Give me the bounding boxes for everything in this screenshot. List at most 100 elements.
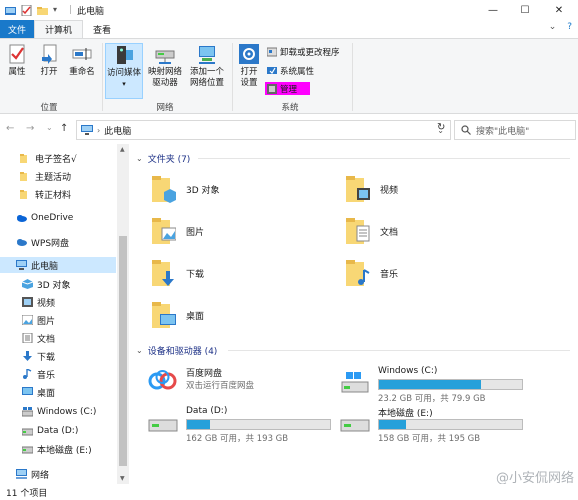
- tab-computer[interactable]: 计算机: [34, 20, 84, 38]
- navigation-pane-scrollbar[interactable]: ▲ ▼: [117, 144, 129, 484]
- help-button[interactable]: ?: [567, 22, 572, 32]
- new-folder-quick-icon[interactable]: [37, 5, 48, 16]
- map-network-drive-button[interactable]: 映射网络 驱动器: [145, 43, 185, 89]
- access-media-icon: [113, 44, 135, 66]
- nav-item-onedrive[interactable]: OneDrive: [16, 210, 73, 226]
- refresh-button[interactable]: ↻: [437, 122, 445, 133]
- explorer-app-icon: [5, 5, 16, 16]
- device-baidu-netdisk[interactable]: 百度网盘 双击运行百度网盘: [148, 366, 338, 400]
- folder-pictures[interactable]: 图片: [152, 216, 204, 246]
- tab-file[interactable]: 文件: [0, 20, 34, 38]
- title-bar: ▾ | 此电脑 — ☐ ✕: [0, 0, 578, 20]
- folders-section-header[interactable]: ⌄ 文件夹 (7): [136, 152, 190, 165]
- folder-pictures-icon: [152, 216, 177, 246]
- folder-downloads[interactable]: 下载: [152, 258, 204, 288]
- open-settings-button[interactable]: 打开 设置: [236, 43, 262, 89]
- drive-c[interactable]: Windows (C:) 23.2 GB 可用，共 79.9 GB: [340, 366, 540, 406]
- network-icon: [16, 469, 27, 479]
- maximize-button[interactable]: ☐: [510, 0, 540, 20]
- nav-item-quick-folder[interactable]: 主题活动: [20, 168, 71, 184]
- nav-item-drive-d[interactable]: Data (D:): [21, 423, 78, 439]
- chevron-down-icon: ⌄: [136, 346, 143, 355]
- system-properties-button[interactable]: 系统属性: [267, 64, 314, 77]
- nav-item-3d-objects[interactable]: 3D 对象: [21, 276, 71, 292]
- folder-music[interactable]: 音乐: [346, 258, 398, 288]
- access-media-button[interactable]: 访问媒体 ▾: [105, 43, 143, 99]
- hard-drive-icon: [21, 444, 34, 454]
- ribbon-controls: ⌄ ?: [549, 22, 572, 32]
- status-bar: 11 个项目: [0, 484, 578, 500]
- drive-usage-fill: [379, 420, 407, 429]
- uninstall-program-button[interactable]: 卸载或更改程序: [266, 45, 340, 58]
- recent-locations-button[interactable]: ⌄: [46, 123, 53, 132]
- nav-item-downloads[interactable]: 下载: [22, 348, 55, 364]
- forward-button[interactable]: →: [26, 123, 34, 134]
- uninstall-icon: [266, 47, 278, 57]
- nav-item-wps-cloud[interactable]: WPS网盘: [16, 234, 69, 250]
- devices-section-header[interactable]: ⌄ 设备和驱动器 (4): [136, 344, 217, 357]
- windows-drive-icon: [21, 407, 34, 417]
- nav-item-desktop[interactable]: 桌面: [22, 384, 55, 400]
- up-button[interactable]: ↑: [60, 123, 68, 134]
- scroll-up-arrow-icon[interactable]: ▲: [120, 146, 125, 153]
- baidu-netdisk-icon: [148, 368, 178, 390]
- folder-3d-objects[interactable]: 3D 对象: [152, 174, 220, 204]
- network-drive-icon: [154, 43, 176, 65]
- rename-button[interactable]: 重命名: [66, 43, 98, 78]
- section-divider: [228, 350, 570, 351]
- music-note-icon: [22, 368, 33, 379]
- drive-c-usage-bar: [378, 379, 523, 390]
- desktop-icon: [22, 387, 33, 397]
- properties-button[interactable]: 属性: [4, 43, 30, 78]
- folder-icon: [20, 189, 31, 199]
- back-button[interactable]: ←: [6, 123, 14, 134]
- nav-item-pictures[interactable]: 图片: [21, 312, 55, 328]
- search-placeholder: 搜索"此电脑": [476, 126, 530, 137]
- breadcrumb-current[interactable]: 此电脑: [104, 124, 131, 137]
- folder-documents[interactable]: 文档: [346, 216, 398, 246]
- search-box[interactable]: 搜索"此电脑": [454, 120, 576, 140]
- nav-item-videos[interactable]: 视频: [22, 294, 55, 310]
- folder-videos[interactable]: 视频: [346, 174, 398, 204]
- nav-item-network[interactable]: 网络: [16, 466, 49, 482]
- close-button[interactable]: ✕: [544, 0, 574, 20]
- nav-item-quick-folder[interactable]: 电子签名√: [20, 150, 77, 166]
- window-title: 此电脑: [77, 6, 105, 17]
- ribbon-collapse-button[interactable]: ⌄: [549, 22, 557, 32]
- hard-drive-icon: [340, 412, 370, 432]
- folder-documents-icon: [346, 216, 370, 246]
- nav-item-music[interactable]: 音乐: [22, 366, 55, 382]
- video-icon: [22, 297, 33, 307]
- manage-button[interactable]: 管理: [265, 82, 310, 95]
- drive-d[interactable]: Data (D:) 162 GB 可用，共 193 GB: [148, 406, 348, 446]
- drive-usage-fill: [187, 420, 210, 429]
- ribbon-body: 属性 打开 重命名 位置 访问媒体 ▾ 映射网络 驱动器 添加一个 网络位置 网…: [0, 38, 578, 114]
- folder-desktop[interactable]: 桌面: [152, 300, 204, 330]
- nav-item-quick-folder[interactable]: 转正材料: [20, 186, 71, 202]
- folder-downloads-icon: [152, 258, 176, 288]
- hard-drive-icon: [148, 412, 178, 432]
- nav-item-drive-c[interactable]: Windows (C:): [21, 404, 96, 420]
- item-count: 11 个项目: [6, 488, 48, 499]
- scrollbar-thumb[interactable]: [119, 236, 127, 466]
- wps-cloud-icon: [16, 237, 27, 247]
- document-icon: [22, 332, 33, 344]
- address-bar[interactable]: › 此电脑 ⌄: [76, 120, 451, 140]
- computer-icon: [16, 260, 27, 270]
- drive-d-usage-bar: [186, 419, 331, 430]
- customize-toolbar-icon[interactable]: ▾: [53, 5, 64, 16]
- nav-item-this-pc[interactable]: 此电脑: [0, 257, 116, 273]
- rename-icon: [71, 43, 93, 65]
- properties-quick-icon[interactable]: [21, 4, 32, 16]
- nav-item-documents[interactable]: 文档: [22, 330, 55, 346]
- open-button[interactable]: 打开: [36, 43, 62, 78]
- cube-icon: [21, 279, 34, 289]
- ribbon-separator: [232, 43, 233, 111]
- drive-e[interactable]: 本地磁盘 (E:) 158 GB 可用，共 195 GB: [340, 406, 540, 446]
- title-separator: |: [69, 5, 73, 15]
- add-network-location-button[interactable]: 添加一个 网络位置: [186, 43, 228, 89]
- tab-view[interactable]: 查看: [83, 20, 121, 38]
- nav-item-drive-e[interactable]: 本地磁盘 (E:): [21, 441, 92, 457]
- minimize-button[interactable]: —: [478, 0, 508, 20]
- scroll-down-arrow-icon[interactable]: ▼: [120, 475, 125, 482]
